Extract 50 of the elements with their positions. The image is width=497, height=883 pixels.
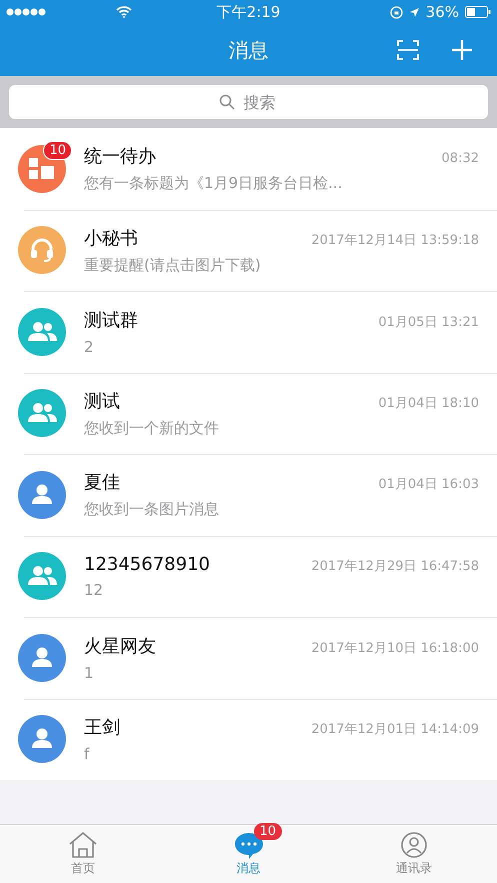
tab-item[interactable]: 10 消息 [166,825,332,883]
nav-title: 消息 [228,36,268,64]
message-preview: 您有一条标题为《1月9日服务台日检... [84,174,344,194]
conversation-name: 12345678910 [84,554,210,575]
battery-icon [465,6,491,18]
location-arrow-icon [408,6,420,18]
group-icon [26,320,58,344]
message-preview: 您收到一条图片消息 [84,500,220,520]
conversation-name: 王剑 [84,716,120,740]
battery-percent: 36% [426,3,459,21]
message-preview: f [84,745,90,764]
conversation-item[interactable]: 小秘书 2017年12月14日 13:59:18 重要提醒(请点击图片下载) [0,210,497,291]
conversation-time: 01月04日 18:10 [378,394,479,412]
conversation-name: 测试群 [84,308,138,332]
wifi-icon [116,6,132,18]
conversation-time: 01月04日 16:03 [378,476,479,494]
conversation-time: 2017年12月14日 13:59:18 [311,232,479,249]
contacts-icon [400,831,428,859]
conversation-name: 测试 [84,390,120,413]
message-preview: 您收到一个新的文件 [84,418,220,438]
unread-badge: 10 [254,823,282,840]
message-preview: 2 [84,338,95,356]
conversation-name: 火星网友 [84,634,156,658]
conversation-name: 统一待办 [84,145,156,168]
conversation-item[interactable]: 火星网友 2017年12月10日 16:18:00 1 [0,617,497,698]
search-icon [218,94,234,110]
conversation-time: 01月05日 13:21 [378,314,479,331]
status-time: 下午2:19 [216,2,280,22]
message-preview: 12 [84,580,104,599]
conversation-item[interactable]: 王剑 2017年12月01日 14:14:09 f [0,698,497,780]
message-preview: 重要提醒(请点击图片下载) [84,256,262,275]
conversation-item[interactable]: 夏佳 01月04日 16:03 您收到一条图片消息 [0,454,497,536]
conversation-item[interactable]: 测试 01月04日 18:10 您收到一个新的文件 [0,372,497,454]
conversation-time: 2017年12月10日 16:18:00 [311,640,479,657]
unread-badge: 10 [43,140,72,160]
conversation-name: 夏佳 [84,471,120,494]
message-preview: 1 [84,664,95,682]
home-icon [68,831,98,859]
conversation-item[interactable]: 12345678910 2017年12月29日 16:47:58 12 [0,536,497,617]
conversation-name: 小秘书 [84,226,138,250]
conversation-time: 08:32 [442,151,479,166]
conversation-item[interactable]: 测试群 01月05日 13:21 2 [0,291,497,372]
scan-icon[interactable] [397,40,419,60]
add-icon[interactable] [451,39,473,61]
conversation-time: 2017年12月29日 16:47:58 [311,558,479,575]
rotation-lock-icon [390,6,403,18]
conversation-time: 2017年12月01日 14:14:09 [311,721,479,738]
signal-icon [6,8,46,16]
search-field[interactable]: 搜索 [9,85,488,119]
conversation-item[interactable]: 10 统一待办 08:32 您有一条标题为《1月9日服务台日检... [0,128,497,210]
